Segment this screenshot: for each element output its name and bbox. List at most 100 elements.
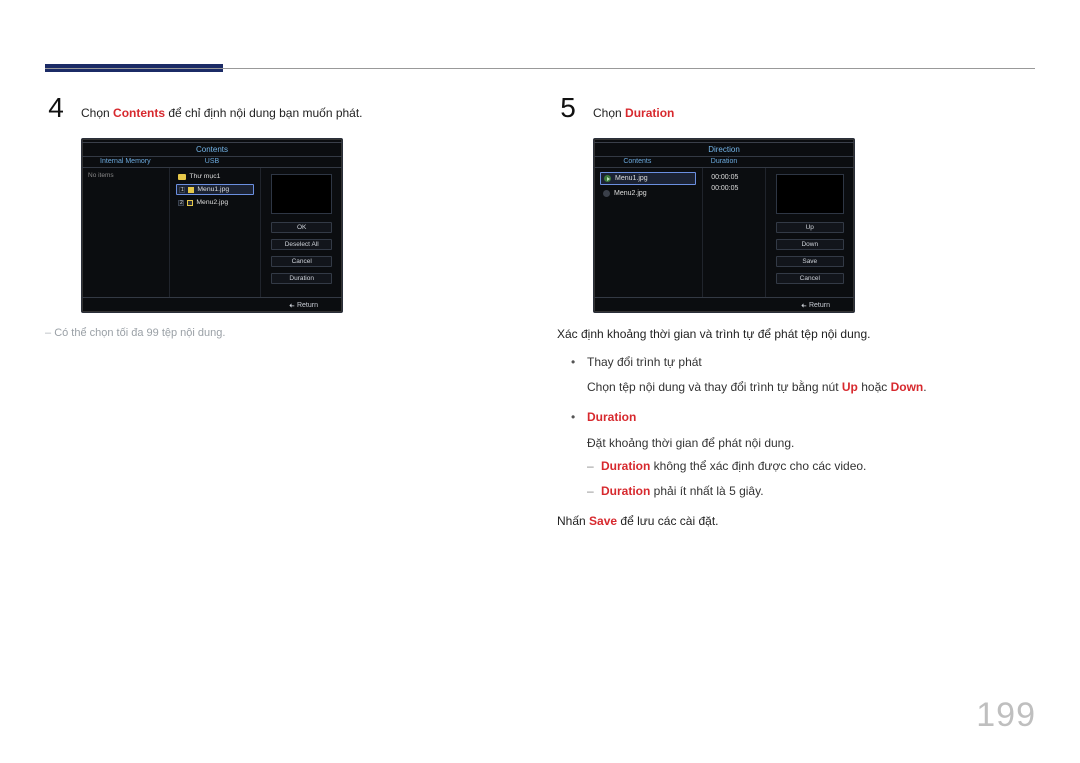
- file-label: Menu1.jpg: [197, 186, 229, 193]
- col-preview: [767, 157, 854, 167]
- right-controls-pane: OK Deselect All Cancel Duration: [261, 168, 342, 297]
- play-icon: [604, 175, 611, 182]
- index-badge: 1: [179, 187, 185, 193]
- down-button[interactable]: Down: [776, 239, 844, 250]
- ok-button[interactable]: OK: [271, 222, 332, 233]
- file-row-selected[interactable]: 1 Menu1.jpg: [176, 184, 254, 195]
- duration-keyword: Duration: [587, 410, 636, 424]
- screen-body: Menu1.jpg Menu2.jpg 00:00:05 00:00:05 Up…: [594, 168, 854, 298]
- cancel-button[interactable]: Cancel: [776, 273, 844, 284]
- content-row-selected[interactable]: Menu1.jpg: [600, 172, 696, 185]
- text: Đặt khoảng thời gian để phát nội dung.: [587, 436, 794, 450]
- text: để lưu các cài đặt.: [617, 514, 718, 528]
- screen-body: No items Thư mục1 1 Menu1.jpg 2: [82, 168, 342, 298]
- screen-title-bar: Contents: [82, 142, 342, 156]
- note: Có thể chọn tối đa 99 tệp nội dung.: [45, 327, 523, 339]
- usb-pane: Thư mục1 1 Menu1.jpg 2 Menu2.jpg: [170, 168, 261, 297]
- step-4: 4 Chọn Contents để chỉ định nội dung bạn…: [45, 92, 523, 124]
- folder-row[interactable]: Thư mục1: [176, 172, 254, 181]
- text: Chọn: [593, 106, 625, 120]
- screen-footer: Return: [594, 298, 854, 312]
- outro-text: Nhấn Save để lưu các cài đặt.: [557, 510, 1035, 533]
- bullet-body: Chọn tệp nội dung và thay đổi trình tự b…: [571, 377, 1035, 399]
- step-number: 4: [45, 92, 67, 124]
- page-number: 199: [976, 696, 1036, 735]
- bullet-list: Duration: [571, 407, 1035, 429]
- bullet-title: Thay đổi trình tự phát: [587, 355, 702, 369]
- note-text: Có thể chọn tối đa 99 tệp nội dung.: [45, 327, 225, 339]
- preview-box: [776, 174, 844, 214]
- text: không thể xác định được cho các video.: [650, 459, 866, 473]
- deselect-all-button[interactable]: Deselect All: [271, 239, 332, 250]
- column-header-row: Contents Duration: [594, 156, 854, 168]
- col-contents: Contents: [594, 157, 681, 167]
- right-column: 5 Chọn Duration Direction Contents Durat…: [557, 92, 1035, 533]
- file-label: Menu2.jpg: [614, 190, 647, 197]
- checkbox-checked-icon[interactable]: [188, 187, 194, 193]
- duration-button[interactable]: Duration: [271, 273, 332, 284]
- text: phải ít nhất là 5 giây.: [650, 484, 763, 498]
- item-icon: [603, 190, 610, 197]
- text: Chọn tệp nội dung và thay đổi trình tự b…: [587, 380, 842, 394]
- text: để chỉ định nội dung bạn muốn phát.: [165, 106, 362, 120]
- dash-list: Duration không thể xác định được cho các…: [587, 456, 1035, 502]
- bullet-item: Thay đổi trình tự phát: [571, 352, 1035, 374]
- text: hoặc: [858, 380, 891, 394]
- step-text: Chọn Contents để chỉ định nội dung bạn m…: [81, 104, 363, 123]
- contents-screen: Contents Internal Memory USB No items Th…: [81, 138, 343, 313]
- dash-item: Duration phải ít nhất là 5 giây.: [587, 481, 1035, 503]
- col-usb: USB: [169, 157, 256, 167]
- preview-box: [271, 174, 332, 214]
- return-icon: [800, 302, 807, 309]
- file-row[interactable]: 2 Menu2.jpg: [176, 198, 254, 207]
- folder-icon: [178, 174, 186, 180]
- screen-footer: Return: [82, 298, 342, 312]
- folder-label: Thư mục1: [189, 173, 220, 180]
- step-number: 5: [557, 92, 579, 124]
- text: Nhấn: [557, 514, 589, 528]
- dash-item: Duration không thể xác định được cho các…: [587, 456, 1035, 478]
- contents-keyword: Contents: [113, 106, 165, 120]
- checkbox-icon[interactable]: [187, 200, 193, 206]
- left-column: 4 Chọn Contents để chỉ định nội dung bạn…: [45, 92, 523, 533]
- column-header-row: Internal Memory USB: [82, 156, 342, 168]
- bullet-item: Duration: [571, 407, 1035, 429]
- index-badge: 2: [178, 200, 184, 206]
- screen-title: Direction: [700, 144, 748, 155]
- up-keyword: Up: [842, 380, 858, 394]
- file-label: Menu2.jpg: [196, 199, 228, 206]
- direction-screen: Direction Contents Duration Menu1.jpg Me…: [593, 138, 855, 313]
- save-keyword: Save: [589, 514, 617, 528]
- duration-value: 00:00:05: [709, 183, 758, 194]
- screen-title-bar: Direction: [594, 142, 854, 156]
- duration-pane: 00:00:05 00:00:05: [703, 168, 765, 297]
- col-preview: [255, 157, 342, 167]
- content-columns: 4 Chọn Contents để chỉ định nội dung bạn…: [45, 92, 1035, 533]
- content-row[interactable]: Menu2.jpg: [600, 188, 696, 199]
- text: Chọn: [81, 106, 113, 120]
- duration-keyword: Duration: [601, 459, 650, 473]
- no-items-label: No items: [88, 172, 163, 179]
- return-icon: [288, 302, 295, 309]
- step-text: Chọn Duration: [593, 104, 674, 123]
- bullet-list: Thay đổi trình tự phát: [571, 352, 1035, 374]
- duration-value: 00:00:05: [709, 172, 758, 183]
- step-5: 5 Chọn Duration: [557, 92, 1035, 124]
- up-button[interactable]: Up: [776, 222, 844, 233]
- internal-memory-pane: No items: [82, 168, 170, 297]
- duration-keyword: Duration: [601, 484, 650, 498]
- contents-pane: Menu1.jpg Menu2.jpg: [594, 168, 703, 297]
- return-label[interactable]: Return: [809, 302, 830, 309]
- screen-title: Contents: [188, 144, 236, 155]
- text: .: [923, 380, 926, 394]
- return-label[interactable]: Return: [297, 302, 318, 309]
- intro-text: Xác định khoảng thời gian và trình tự để…: [557, 323, 1035, 346]
- down-keyword: Down: [891, 380, 924, 394]
- col-internal-memory: Internal Memory: [82, 157, 169, 167]
- right-controls-pane: Up Down Save Cancel: [766, 168, 854, 297]
- cancel-button[interactable]: Cancel: [271, 256, 332, 267]
- file-label: Menu1.jpg: [615, 175, 648, 182]
- save-button[interactable]: Save: [776, 256, 844, 267]
- col-duration: Duration: [681, 157, 768, 167]
- bullet-body: Đặt khoảng thời gian để phát nội dung. D…: [571, 433, 1035, 503]
